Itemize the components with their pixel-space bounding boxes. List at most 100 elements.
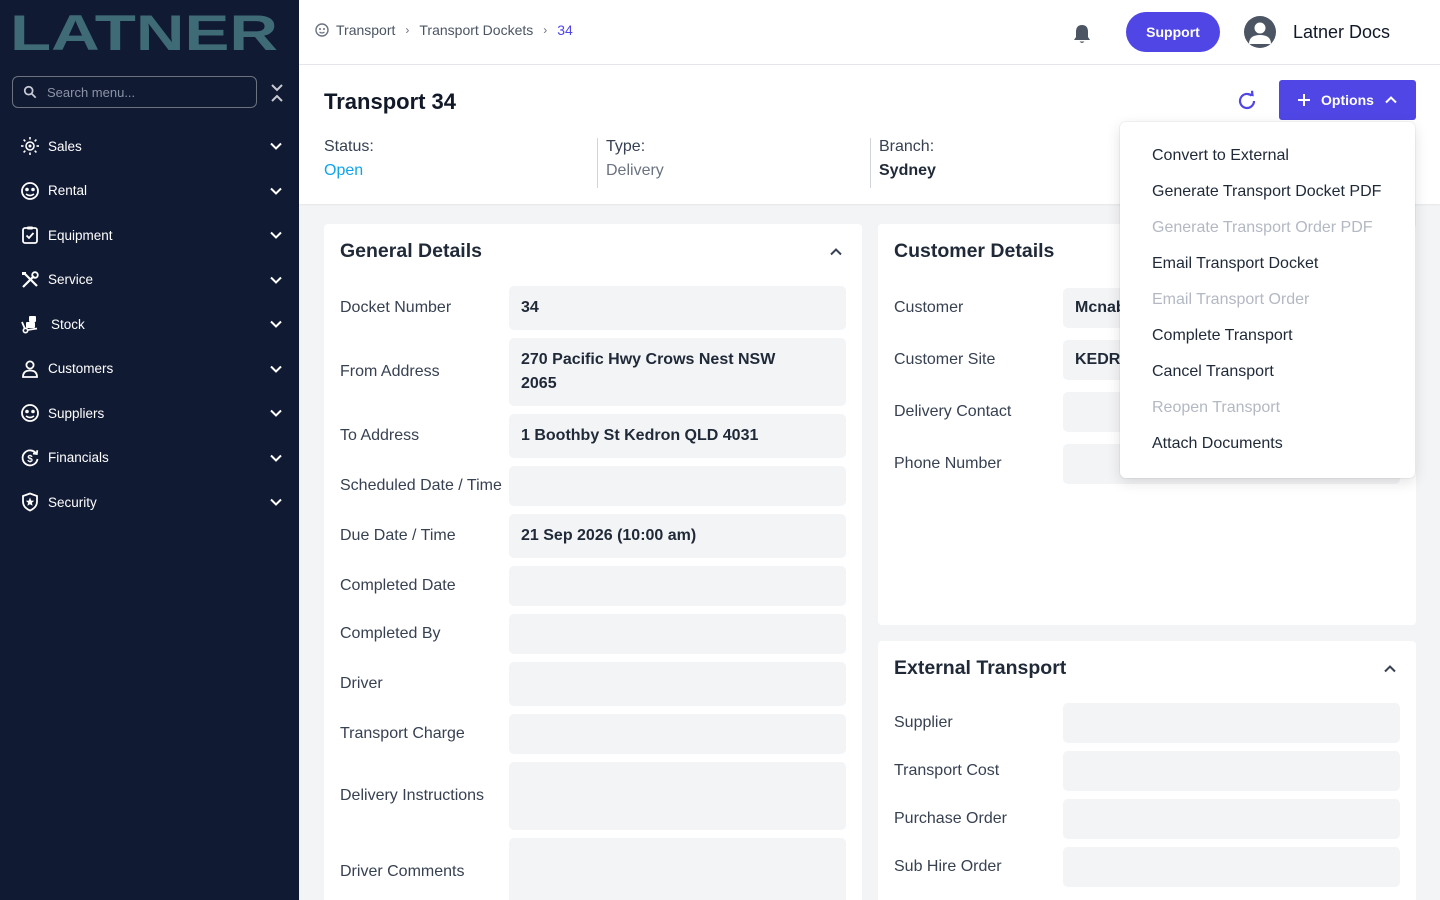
field-value[interactable] [1063,703,1400,743]
sidebar-item-sales[interactable]: Sales [0,124,299,169]
latner-logo[interactable]: LATNER [10,10,280,54]
field-value[interactable]: 270 Pacific Hwy Crows Nest NSW 2065 [509,338,846,406]
breadcrumb-separator: › [543,23,548,37]
field-label: Transport Charge [340,725,465,742]
shield-icon [19,491,41,513]
chevron-down-icon [270,365,282,373]
breadcrumb-transport-dockets[interactable]: Transport Dockets [419,22,533,38]
chevron-up-icon[interactable] [828,244,844,260]
collapse-icon[interactable] [268,82,286,104]
search-input[interactable] [47,84,247,100]
field-label: Phone Number [894,455,1002,472]
sidebar-item-label: Rental [48,183,88,199]
menu-item-generate-order-pdf: Generate Transport Order PDF [1152,219,1373,236]
sidebar-item-suppliers[interactable]: Suppliers [0,391,299,436]
field-label: Completed By [340,625,441,642]
field-value[interactable] [509,466,846,506]
field-label: Due Date / Time [340,527,456,544]
card-title: Customer Details [894,240,1055,262]
chevron-down-icon [270,410,282,418]
chevron-down-icon [270,143,282,151]
chevron-up-icon[interactable] [1382,661,1398,677]
sidebar-item-stock[interactable]: Stock [0,302,299,347]
field-value[interactable] [1063,799,1400,839]
field-label: Driver Comments [340,863,465,880]
sidebar-item-label: Suppliers [48,405,105,421]
breadcrumb-separator: › [405,23,410,37]
breadcrumb-transport[interactable]: Transport [336,22,395,38]
search-box [12,76,257,108]
bell-icon[interactable] [1072,23,1092,45]
menu-item-convert-to-external[interactable]: Convert to External [1152,147,1289,165]
menu-item-cancel-transport[interactable]: Cancel Transport [1152,363,1274,381]
field-value[interactable]: 34 [509,286,846,330]
field-value[interactable] [1063,751,1400,791]
menu-item-email-docket[interactable]: Email Transport Docket [1152,255,1318,273]
user-name[interactable]: Latner Docs [1293,22,1390,43]
refresh-icon[interactable] [1236,90,1258,112]
field-value[interactable] [509,566,846,606]
field-completed-date: Completed Date [340,566,846,606]
field-label: Delivery Instructions [340,787,485,804]
branch-value: Sydney [879,162,936,179]
field-label: From Address [340,363,440,380]
field-supplier: Supplier [894,703,1400,743]
card-title: General Details [340,240,482,262]
branch-label: Branch: [879,138,935,155]
support-button[interactable]: Support [1126,12,1220,52]
external-transport-card: External Transport Supplier Transport Co… [878,641,1416,900]
chevron-down-icon [270,232,282,240]
menu-item-generate-docket-pdf[interactable]: Generate Transport Docket PDF [1152,183,1381,201]
chevron-down-icon [270,187,282,195]
field-scheduled-date: Scheduled Date / Time [340,466,846,506]
field-label: To Address [340,427,420,444]
sidebar-nav: Sales Rental Equipment Service Stock Cus… [0,124,299,525]
card-title: External Transport [894,657,1067,679]
type-field: Type: Delivery [597,138,867,188]
menu-item-complete-transport[interactable]: Complete Transport [1152,327,1293,345]
sidebar-item-service[interactable]: Service [0,258,299,303]
avatar[interactable] [1244,16,1276,48]
field-docket-number: Docket Number 34 [340,286,846,330]
field-value[interactable]: 1 Boothby St Kedron QLD 4031 [509,414,846,458]
dolly-icon [19,313,41,335]
breadcrumb-current: 34 [557,22,573,38]
field-value[interactable] [509,762,846,830]
face-icon [19,180,41,202]
field-value[interactable] [1063,847,1400,887]
sidebar-item-customers[interactable]: Customers [0,347,299,392]
field-label: Scheduled Date / Time [340,477,502,494]
branch-field: Branch: Sydney [870,138,1140,188]
plus-icon [1298,94,1311,106]
clipboard-icon [19,224,41,246]
docket-number: 34 [431,89,456,114]
field-purchase-order: Purchase Order [894,799,1400,839]
field-value[interactable]: 21 Sep 2026 (10:00 am) [509,514,846,558]
tools-icon [19,269,41,291]
field-value[interactable] [509,838,846,900]
options-button[interactable]: Options [1279,80,1416,120]
field-value[interactable] [509,714,846,754]
page-title-text: Transport [324,89,426,114]
chevron-down-icon [270,499,282,507]
sidebar-item-equipment[interactable]: Equipment [0,213,299,258]
sidebar-item-security[interactable]: Security [0,480,299,525]
person-icon [19,358,41,380]
menu-item-attach-documents[interactable]: Attach Documents [1152,435,1283,453]
field-value[interactable] [509,662,846,706]
field-label: Customer [894,299,964,316]
chevron-down-icon [270,276,282,284]
sidebar-item-financials[interactable]: $ Financials [0,436,299,481]
status-field: Status: Open [324,138,594,188]
sidebar-item-rental[interactable]: Rental [0,169,299,214]
general-details-card: General Details Docket Number 34 From Ad… [324,224,862,900]
sidebar-item-label: Sales [48,138,82,154]
status-label: Status: [324,138,374,155]
type-label: Type: [606,138,646,155]
svg-text:LATNER: LATNER [10,10,278,54]
transport-icon [315,23,329,37]
sidebar-item-label: Financials [48,450,109,466]
chevron-down-icon [270,454,282,462]
field-value[interactable] [509,614,846,654]
field-sub-hire-order: Sub Hire Order [894,847,1400,887]
